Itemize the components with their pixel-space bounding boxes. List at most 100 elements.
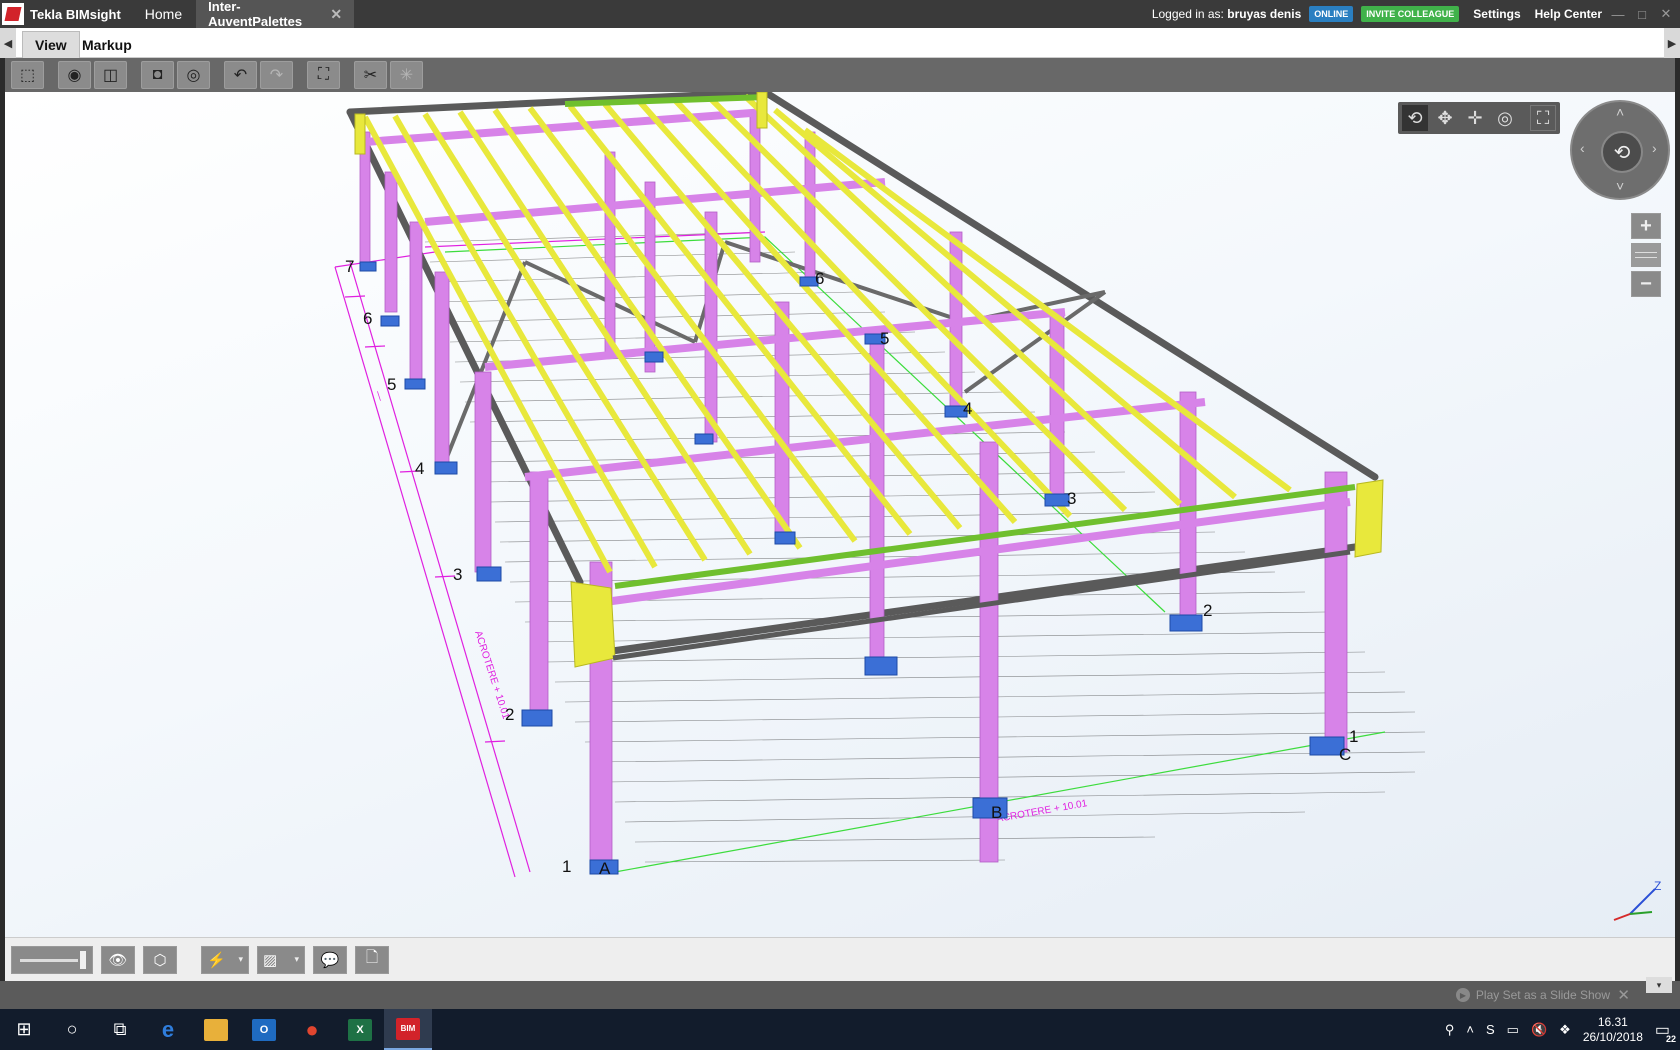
grid-label-7: 7 bbox=[345, 257, 354, 276]
outlook-icon: O bbox=[252, 1018, 276, 1041]
chevron-down-icon[interactable]: ▾ bbox=[238, 954, 243, 965]
render-mode-button[interactable]: ▨ ▾ bbox=[257, 945, 305, 974]
fit-view-button[interactable]: ⛶ bbox=[307, 61, 340, 89]
steel-structure-model[interactable]: — ACROTERE + 10.01 ACROTERE + 10.01 7 6 … bbox=[5, 92, 1675, 941]
fit-view-icon: ⛶ bbox=[317, 66, 330, 83]
grid-letter-a: A bbox=[599, 859, 611, 878]
box-button[interactable]: ⬡ bbox=[143, 945, 177, 974]
view-mode-toolbar: ⟲ ✥ ✛ ◎ ⛶ bbox=[1398, 102, 1560, 134]
orbit-icon[interactable]: ⟲ bbox=[1601, 131, 1643, 173]
outlook-button[interactable]: O bbox=[240, 1009, 288, 1050]
volume-icon[interactable]: 🔇 bbox=[1531, 1022, 1547, 1038]
comment-icon: 💬 bbox=[320, 951, 340, 969]
undo-button[interactable]: ↶ bbox=[224, 61, 257, 89]
zoom-out-button[interactable]: − bbox=[1631, 271, 1661, 297]
comment-button[interactable]: 💬 bbox=[313, 945, 347, 974]
edge-button[interactable]: e bbox=[144, 1009, 192, 1050]
render-mode-icon: ▨ bbox=[263, 951, 278, 969]
app-name: Tekla BIMsight bbox=[30, 6, 121, 22]
rotate-button[interactable]: ⟲ bbox=[1402, 105, 1428, 131]
clip-remove-button[interactable]: ✳ bbox=[390, 61, 423, 89]
chrome-button[interactable]: ● bbox=[288, 1009, 336, 1050]
hide-button[interactable]: ◉ bbox=[58, 61, 91, 89]
clock[interactable]: 16.31 26/10/2018 bbox=[1583, 1015, 1643, 1045]
visibility-button[interactable]: 👁 bbox=[101, 945, 135, 974]
clip-button[interactable]: ✂ bbox=[354, 61, 387, 89]
hide-selected-icon: ◘ bbox=[152, 66, 163, 83]
chevron-down-icon[interactable]: ˅ bbox=[1616, 178, 1624, 194]
settings-link[interactable]: Settings bbox=[1473, 7, 1520, 21]
file-explorer-icon: ▬ bbox=[204, 1018, 228, 1041]
tab-project[interactable]: Inter-AuventPalettes ✕ bbox=[196, 0, 355, 29]
help-center-link[interactable]: Help Center bbox=[1535, 7, 1602, 21]
document-button[interactable]: 🗋 bbox=[355, 945, 389, 974]
notification-icon[interactable]: ▭ 22 bbox=[1655, 1020, 1676, 1044]
invite-colleague-button[interactable]: INVITE COLLEAGUE bbox=[1361, 6, 1460, 22]
look-around-icon: ◎ bbox=[1497, 107, 1513, 128]
file-explorer-button[interactable]: ▬ bbox=[192, 1009, 240, 1050]
people-icon[interactable]: ⚲ bbox=[1445, 1022, 1455, 1038]
grid-label-6: 6 bbox=[363, 309, 372, 328]
close-window-icon[interactable]: ✕ bbox=[1658, 6, 1674, 22]
zoom-in-button[interactable]: + bbox=[1631, 213, 1661, 239]
bimsight-icon: BIM bbox=[396, 1017, 420, 1040]
tab-project-label: Inter-AuventPalettes bbox=[208, 0, 303, 29]
navigation-wheel[interactable]: ˄ ˅ ‹ › ⟲ bbox=[1570, 100, 1670, 200]
network-icon[interactable]: ▭ bbox=[1507, 1022, 1519, 1038]
collapse-right-icon[interactable]: ▶ bbox=[1664, 28, 1680, 58]
fullscreen-button[interactable]: ⛶ bbox=[1530, 105, 1556, 131]
app-window: Tekla BIMsight Home Inter-AuventPalettes… bbox=[0, 0, 1680, 1050]
box-icon: ⬡ bbox=[153, 951, 167, 969]
tools-icon[interactable]: ✕ bbox=[1617, 986, 1630, 1004]
redo-button[interactable]: ↷ bbox=[260, 61, 293, 89]
grid-letter-b: B bbox=[991, 803, 1002, 822]
axis-z-label: Z bbox=[1654, 879, 1661, 893]
logged-in-text: Logged in as: bruyas denis bbox=[1152, 7, 1301, 21]
start-button[interactable]: ⊞ bbox=[0, 1009, 48, 1050]
pan-button[interactable]: ✥ bbox=[1432, 105, 1458, 131]
chevron-left-icon[interactable]: ‹ bbox=[1580, 140, 1585, 156]
close-icon[interactable]: ✕ bbox=[330, 6, 342, 23]
maximize-icon[interactable]: □ bbox=[1634, 7, 1650, 22]
hide-icon: ◉ bbox=[67, 67, 82, 84]
dropbox-icon[interactable]: ❖ bbox=[1559, 1022, 1571, 1038]
zoom-control: + − bbox=[1631, 213, 1663, 301]
chevron-right-icon[interactable]: › bbox=[1652, 140, 1657, 156]
tab-markup[interactable]: Markup bbox=[70, 31, 144, 58]
model-viewport[interactable]: — ACROTERE + 10.01 ACROTERE + 10.01 7 6 … bbox=[5, 92, 1675, 941]
move-icon: ✛ bbox=[1467, 107, 1483, 128]
grid-label-2: 2 bbox=[505, 705, 514, 724]
cortana-button[interactable]: ○ bbox=[48, 1009, 96, 1050]
look-around-button[interactable]: ◎ bbox=[1492, 105, 1518, 131]
clip-icon: ✂ bbox=[363, 67, 378, 84]
transparency-slider[interactable] bbox=[11, 945, 93, 974]
chrome-icon: ● bbox=[305, 1016, 319, 1042]
chevron-down-icon[interactable]: ▾ bbox=[294, 954, 299, 965]
grid-label-right-1: 1 bbox=[1349, 727, 1358, 746]
clock-date: 26/10/2018 bbox=[1582, 1029, 1643, 1044]
slideshow-button[interactable]: ▶ Play Set as a Slide Show bbox=[1455, 988, 1610, 1002]
minimize-icon[interactable]: — bbox=[1610, 7, 1626, 22]
tab-home[interactable]: Home bbox=[133, 0, 194, 28]
hide-selected-button[interactable]: ◘ bbox=[141, 61, 174, 89]
visibility-icon: 👁 bbox=[108, 951, 128, 969]
bimsight-button[interactable]: BIM bbox=[384, 1009, 432, 1050]
chevron-up-icon[interactable]: ˄ bbox=[1616, 104, 1624, 120]
zoom-slider[interactable] bbox=[1631, 243, 1661, 267]
tray-expand-icon[interactable]: ˄ bbox=[1466, 1022, 1474, 1037]
collapse-panel-icon[interactable]: ▾ bbox=[1646, 977, 1672, 993]
select-area-button[interactable]: ⬚ bbox=[11, 61, 44, 89]
show-selected-button[interactable]: ◫ bbox=[94, 61, 127, 89]
grid-label-right-6: 6 bbox=[815, 269, 824, 288]
redo-icon: ↷ bbox=[269, 67, 284, 84]
status-bar: ▾ ▶ Play Set as a Slide Show ✕ bbox=[0, 977, 1680, 1009]
flash-button[interactable]: ⚡ ▾ bbox=[201, 945, 249, 974]
collapse-left-icon[interactable]: ◀ bbox=[0, 28, 16, 58]
task-view-button[interactable]: ⧉ bbox=[96, 1009, 144, 1050]
logged-prefix: Logged in as: bbox=[1151, 7, 1224, 21]
skype-icon[interactable]: S bbox=[1486, 1022, 1495, 1037]
excel-button[interactable]: X bbox=[336, 1009, 384, 1050]
move-button[interactable]: ✛ bbox=[1462, 105, 1488, 131]
show-all-button[interactable]: ◎ bbox=[177, 61, 210, 89]
grid-letter-c: C bbox=[1339, 745, 1351, 764]
